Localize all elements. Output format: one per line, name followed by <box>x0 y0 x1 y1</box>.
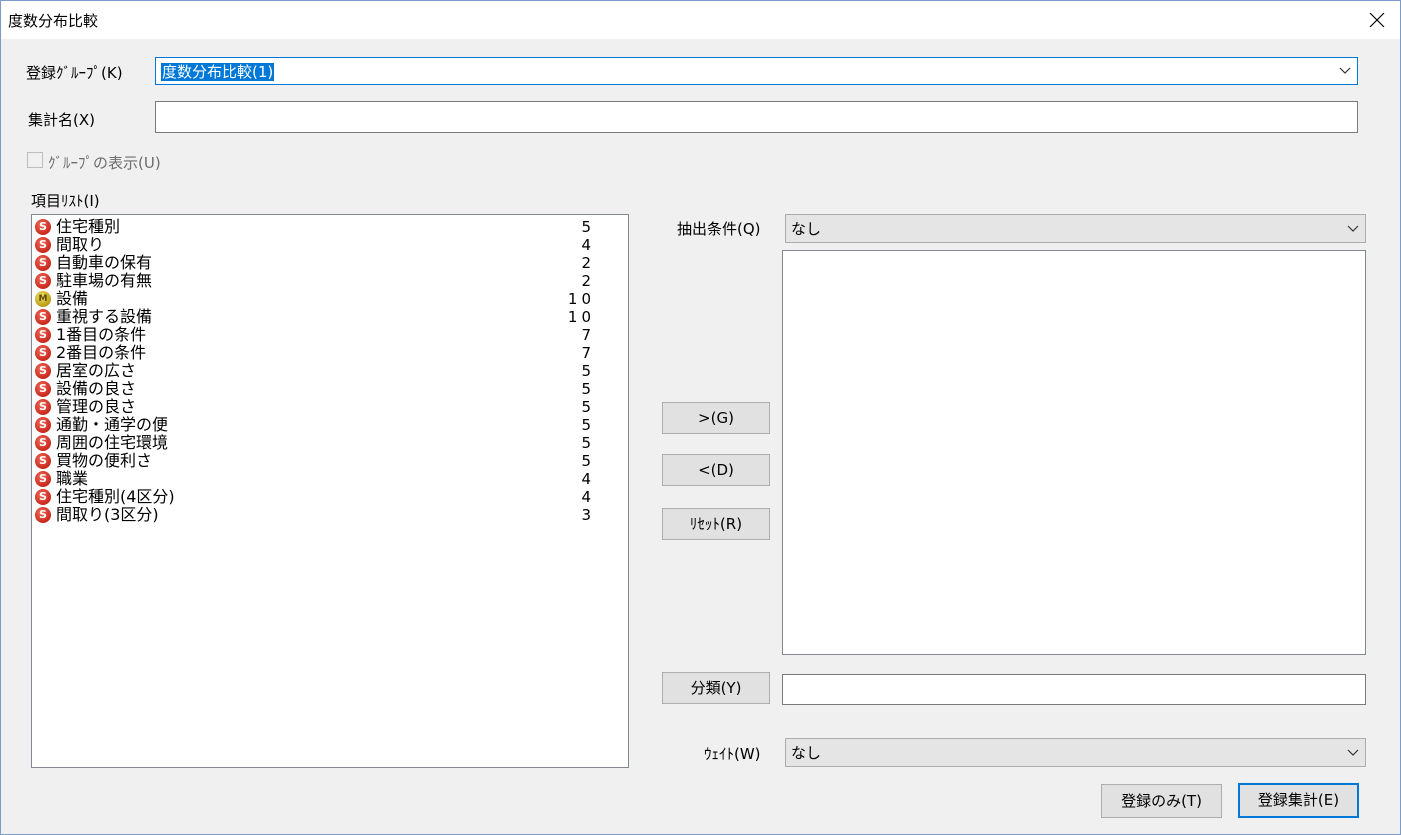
register-only-button[interactable]: 登録のみ(T) <box>1101 784 1222 818</box>
close-icon <box>1369 12 1385 28</box>
single-answer-icon: S <box>35 399 51 415</box>
list-item-name: 職業 <box>56 469 89 488</box>
group-combobox[interactable]: 度数分布比較(1) <box>155 57 1358 85</box>
title-bar: 度数分布比較 <box>1 1 1400 39</box>
list-item-count: 5 <box>581 416 595 434</box>
list-item-count: 5 <box>581 218 595 236</box>
list-item-count: 5 <box>581 398 595 416</box>
list-item[interactable]: S 2番目の条件 7 <box>35 344 625 362</box>
list-item-name: 通勤・通学の便 <box>56 415 169 434</box>
item-listbox[interactable]: S 住宅種別 5 S 間取り 4 S 自動車の保有 2 S 駐車場の有無 2 M 設備 10 S 重視する設備 1… <box>31 214 629 768</box>
list-item-name: 住宅種別 <box>56 217 121 236</box>
list-item[interactable]: S 設備の良さ 5 <box>35 380 625 398</box>
extract-combobox[interactable]: なし <box>785 214 1366 243</box>
list-item[interactable]: S 買物の便利さ 5 <box>35 452 625 470</box>
list-item-name: 住宅種別(4区分) <box>56 487 175 506</box>
total-name-label: 集計名(X) <box>28 111 95 129</box>
total-name-field[interactable] <box>155 101 1358 133</box>
single-answer-icon: S <box>35 345 51 361</box>
single-answer-icon: S <box>35 237 51 253</box>
remove-button[interactable]: <(D) <box>662 454 770 486</box>
list-item-name: 周囲の住宅環境 <box>56 433 169 452</box>
weight-value: なし <box>791 744 822 762</box>
list-item-name: 重視する設備 <box>56 307 153 326</box>
list-item[interactable]: M 設備 10 <box>35 290 625 308</box>
chevron-down-icon <box>1347 225 1359 232</box>
single-answer-icon: S <box>35 327 51 343</box>
item-list-label: 項目ﾘｽﾄ(I) <box>31 192 100 210</box>
single-answer-icon: S <box>35 489 51 505</box>
single-answer-icon: S <box>35 471 51 487</box>
list-item-name: 1番目の条件 <box>56 325 147 344</box>
list-item-count: 7 <box>581 326 595 344</box>
list-item-name: 駐車場の有無 <box>56 271 153 290</box>
list-item-name: 設備の良さ <box>56 379 137 398</box>
selected-items-panel[interactable] <box>782 250 1366 655</box>
multi-answer-icon: M <box>35 291 51 307</box>
list-item[interactable]: S 重視する設備 10 <box>35 308 625 326</box>
list-item[interactable]: S 1番目の条件 7 <box>35 326 625 344</box>
dialog-window: 度数分布比較 登録ｸﾞﾙｰﾌﾟ(K) 度数分布比較(1) 集計名(X) ｸﾞﾙｰ… <box>0 0 1401 835</box>
list-item[interactable]: S 間取り(3区分) 3 <box>35 506 625 524</box>
register-total-button[interactable]: 登録集計(E) <box>1238 783 1359 818</box>
list-item[interactable]: S 間取り 4 <box>35 236 625 254</box>
single-answer-icon: S <box>35 417 51 433</box>
list-item-name: 設備 <box>56 289 89 308</box>
single-answer-icon: S <box>35 219 51 235</box>
list-item-count: 7 <box>581 344 595 362</box>
list-item-name: 間取り <box>56 235 105 254</box>
single-answer-icon: S <box>35 435 51 451</box>
chevron-down-icon <box>1339 67 1351 74</box>
list-item[interactable]: S 通勤・通学の便 5 <box>35 416 625 434</box>
list-item[interactable]: S 管理の良さ 5 <box>35 398 625 416</box>
list-item-name: 自動車の保有 <box>56 253 153 272</box>
extract-label: 抽出条件(Q) <box>677 220 761 238</box>
list-item[interactable]: S 居室の広さ 5 <box>35 362 625 380</box>
extract-value: なし <box>791 220 822 238</box>
single-answer-icon: S <box>35 255 51 271</box>
list-item-count: 10 <box>567 308 595 326</box>
list-item-count: 2 <box>581 254 595 272</box>
chevron-down-icon <box>1347 749 1359 756</box>
single-answer-icon: S <box>35 309 51 325</box>
list-item-count: 10 <box>567 290 595 308</box>
list-item-name: 2番目の条件 <box>56 343 147 362</box>
single-answer-icon: S <box>35 363 51 379</box>
list-item-count: 5 <box>581 380 595 398</box>
list-item-count: 5 <box>581 362 595 380</box>
single-answer-icon: S <box>35 381 51 397</box>
list-item[interactable]: S 駐車場の有無 2 <box>35 272 625 290</box>
list-item[interactable]: S 職業 4 <box>35 470 625 488</box>
list-item-count: 4 <box>581 488 595 506</box>
classify-button[interactable]: 分類(Y) <box>662 672 770 704</box>
list-item-count: 4 <box>581 236 595 254</box>
list-item-name: 間取り(3区分) <box>56 505 159 524</box>
close-button[interactable] <box>1354 1 1400 39</box>
list-item-name: 買物の便利さ <box>56 451 153 470</box>
show-group-label: ｸﾞﾙｰﾌﾟの表示(U) <box>48 154 161 172</box>
single-answer-icon: S <box>35 507 51 523</box>
show-group-checkbox[interactable] <box>27 152 43 168</box>
weight-label: ｳｪｲﾄ(W) <box>704 745 761 763</box>
list-item-name: 居室の広さ <box>56 361 137 380</box>
list-item-count: 3 <box>581 506 595 524</box>
list-item[interactable]: S 住宅種別(4区分) 4 <box>35 488 625 506</box>
list-item-count: 2 <box>581 272 595 290</box>
reset-button[interactable]: ﾘｾｯﾄ(R) <box>662 508 770 540</box>
window-title: 度数分布比較 <box>8 12 99 30</box>
classify-field[interactable] <box>782 674 1366 705</box>
single-answer-icon: S <box>35 453 51 469</box>
group-value: 度数分布比較(1) <box>161 63 275 81</box>
group-label: 登録ｸﾞﾙｰﾌﾟ(K) <box>26 64 123 82</box>
list-item-count: 5 <box>581 434 595 452</box>
list-item-count: 4 <box>581 470 595 488</box>
list-item[interactable]: S 自動車の保有 2 <box>35 254 625 272</box>
list-item-count: 5 <box>581 452 595 470</box>
list-item[interactable]: S 住宅種別 5 <box>35 218 625 236</box>
list-item-name: 管理の良さ <box>56 397 137 416</box>
add-button[interactable]: >(G) <box>662 402 770 434</box>
single-answer-icon: S <box>35 273 51 289</box>
weight-combobox[interactable]: なし <box>785 738 1366 767</box>
list-item[interactable]: S 周囲の住宅環境 5 <box>35 434 625 452</box>
